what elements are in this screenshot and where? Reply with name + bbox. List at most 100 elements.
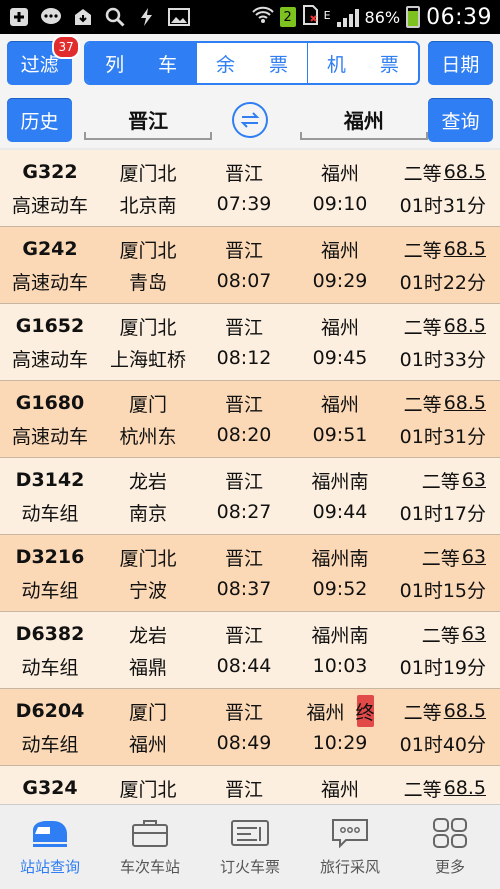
filter-button[interactable]: 过滤 37 [7,35,81,85]
arrival-station: 福州 [320,778,359,801]
train-type: 动车组 [21,656,79,679]
arrival-station: 福州 [320,316,359,339]
origin-station: 厦门北 [119,239,177,262]
nav-item-label: 更多 [434,857,465,876]
price-link[interactable]: 68.5 [444,156,486,188]
seat-class: 二等 [421,624,460,647]
departure-station: 晋江 [224,470,263,493]
fare-wrap: 二等 68.5 [404,772,486,804]
price-link[interactable]: 68.5 [444,772,486,804]
departure-station: 晋江 [224,547,263,570]
train-type: 动车组 [21,579,79,602]
segment-remaining-tickets[interactable]: 余 票 [196,43,307,83]
travel-duration: 01时31分 [399,194,486,217]
price-link[interactable]: 68.5 [444,695,486,727]
train-row[interactable]: G324 厦门北 晋江 福州 二等 68.5 [0,766,500,805]
train-row[interactable]: D6382 动车组 龙岩 福鼎 晋江 08:44 福州南 10:03 二等 63 01时19分 [0,612,500,689]
arrival-station: 福州 [320,393,359,416]
nav-item-ticket[interactable]: 订火车票 [200,805,300,889]
price-link[interactable]: 63 [462,618,486,650]
swap-stations-icon[interactable] [232,102,268,138]
departure-station: 晋江 [224,239,263,262]
train-row[interactable]: D3142 动车组 龙岩 南京 晋江 08:27 福州南 09:44 二等 63 01时17分 [0,458,500,535]
mode-segmented-control: 列 车 余 票 机 票 [84,41,420,85]
segment-flights[interactable]: 机 票 [306,43,418,83]
train-row[interactable]: D3216 动车组 厦门北 宁波 晋江 08:37 福州南 09:52 二等 63 01时15分 [0,535,500,612]
search-toolbar: 过滤 37 列 车 余 票 机 票 日期 历史 晋江 福州 查询 [0,34,500,148]
wifi-icon [251,6,274,28]
train-code: D6382 [15,623,85,645]
price-link[interactable]: 68.5 [444,310,486,342]
nav-item-grid[interactable]: 更多 [400,805,500,889]
departure-station: 晋江 [224,162,263,185]
departure-time: 08:20 [216,424,272,446]
train-type: 高速动车 [11,271,88,294]
fare-wrap: 二等 68.5 [404,310,486,342]
arrival-station-wrap: 福州南 [311,618,368,650]
arrival-time: 09:44 [312,501,368,523]
chat-icon [329,818,371,848]
history-button[interactable]: 历史 [7,98,73,142]
seat-class: 二等 [403,778,442,801]
train-code: G324 [22,777,78,799]
fare-wrap: 二等 63 [422,541,486,573]
price-link[interactable]: 63 [462,541,486,573]
departure-time: 07:39 [216,193,272,215]
message-icon [40,7,62,27]
nav-item-label: 车次车站 [119,857,180,876]
arrival-station: 福州南 [311,547,369,570]
travel-duration: 01时19分 [399,656,486,679]
status-bar: 2 E 86% 06:39 [0,0,500,34]
terminus-station: 宁波 [128,579,167,602]
arrival-station: 福州 [320,162,359,185]
seat-class: 二等 [421,470,460,493]
to-station-field[interactable]: 福州 [299,100,429,140]
departure-station: 晋江 [224,316,263,339]
train-row[interactable]: D6204 动车组 厦门 福州 晋江 08:49 福州终 10:29 二等 68.5 01时40分 [0,689,500,766]
arrival-station-wrap: 福州 [321,310,359,342]
departure-time: 08:12 [216,347,272,369]
terminus-station: 北京南 [119,194,177,217]
train-row[interactable]: G1652 高速动车 厦门北 上海虹桥 晋江 08:12 福州 09:45 二等 68.5 01时3… [0,304,500,381]
date-button[interactable]: 日期 [427,41,493,85]
terminus-station: 上海虹桥 [109,348,186,371]
arrival-time: 09:51 [312,424,368,446]
arrival-station: 福州 [320,239,359,262]
arrival-station-wrap: 福州 [321,387,359,419]
train-code: D3216 [15,546,85,568]
fare-wrap: 二等 63 [422,464,486,496]
terminus-station: 杭州东 [119,425,177,448]
seat-class: 二等 [403,239,442,262]
download-icon [72,7,94,27]
from-station-field[interactable]: 晋江 [84,100,213,140]
segment-train[interactable]: 列 车 [86,43,197,83]
terminus-station: 福州 [128,733,167,756]
ticket-icon [229,818,271,848]
departure-time: 08:07 [216,270,272,292]
terminus-station: 青岛 [128,271,167,294]
add-notification-icon [8,7,30,27]
search-icon [104,7,126,27]
price-link[interactable]: 68.5 [444,233,486,265]
origin-station: 厦门北 [119,547,177,570]
price-link[interactable]: 68.5 [444,387,486,419]
departure-time: 08:37 [216,578,272,600]
nav-item-chat[interactable]: 旅行采风 [300,805,400,889]
train-icon [29,818,71,848]
price-link[interactable]: 63 [462,464,486,496]
travel-duration: 01时17分 [399,502,486,525]
arrival-station: 福州南 [311,624,369,647]
train-type: 高速动车 [11,194,88,217]
nav-item-briefcase[interactable]: 车次车站 [100,805,200,889]
bottom-nav: 站站查询 车次车站 订火车票 旅行采风 更多 [0,804,500,889]
query-button[interactable]: 查询 [427,98,493,142]
filter-count-badge: 37 [52,35,81,59]
battery-icon [406,6,421,28]
train-row[interactable]: G1680 高速动车 厦门 杭州东 晋江 08:20 福州 09:51 二等 68.5 01时31分 [0,381,500,458]
nav-item-train[interactable]: 站站查询 [0,805,100,889]
arrival-station-wrap: 福州 [321,156,359,188]
train-row[interactable]: G242 高速动车 厦门北 青岛 晋江 08:07 福州 09:29 二等 68.5 01时22分 [0,227,500,304]
train-code: D3142 [15,469,85,491]
departure-station: 晋江 [224,624,263,647]
train-row[interactable]: G322 高速动车 厦门北 北京南 晋江 07:39 福州 09:10 二等 68.5 01时31分 [0,150,500,227]
